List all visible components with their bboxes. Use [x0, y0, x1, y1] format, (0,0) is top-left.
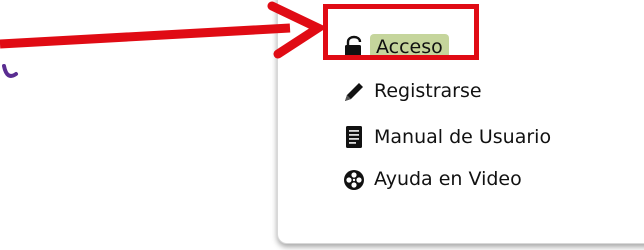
- partial-logo-glyph: [2, 64, 18, 78]
- menu-item-label: Registrarse: [374, 80, 482, 102]
- menu-item-manual-de-usuario[interactable]: Manual de Usuario: [342, 122, 551, 152]
- menu-item-label: Ayuda en Video: [374, 168, 522, 190]
- annotation-highlight-box: [323, 4, 479, 60]
- menu-item-ayuda-en-video[interactable]: Ayuda en Video: [342, 164, 522, 194]
- film-reel-icon: [342, 167, 366, 191]
- menu-item-label: Manual de Usuario: [374, 126, 552, 148]
- screenshot-stage: Acceso Registrarse Manual de Usuario Ayu…: [0, 0, 644, 250]
- menu-item-registrarse[interactable]: Registrarse: [342, 76, 482, 106]
- document-icon: [342, 125, 366, 149]
- pencil-icon: [342, 79, 366, 103]
